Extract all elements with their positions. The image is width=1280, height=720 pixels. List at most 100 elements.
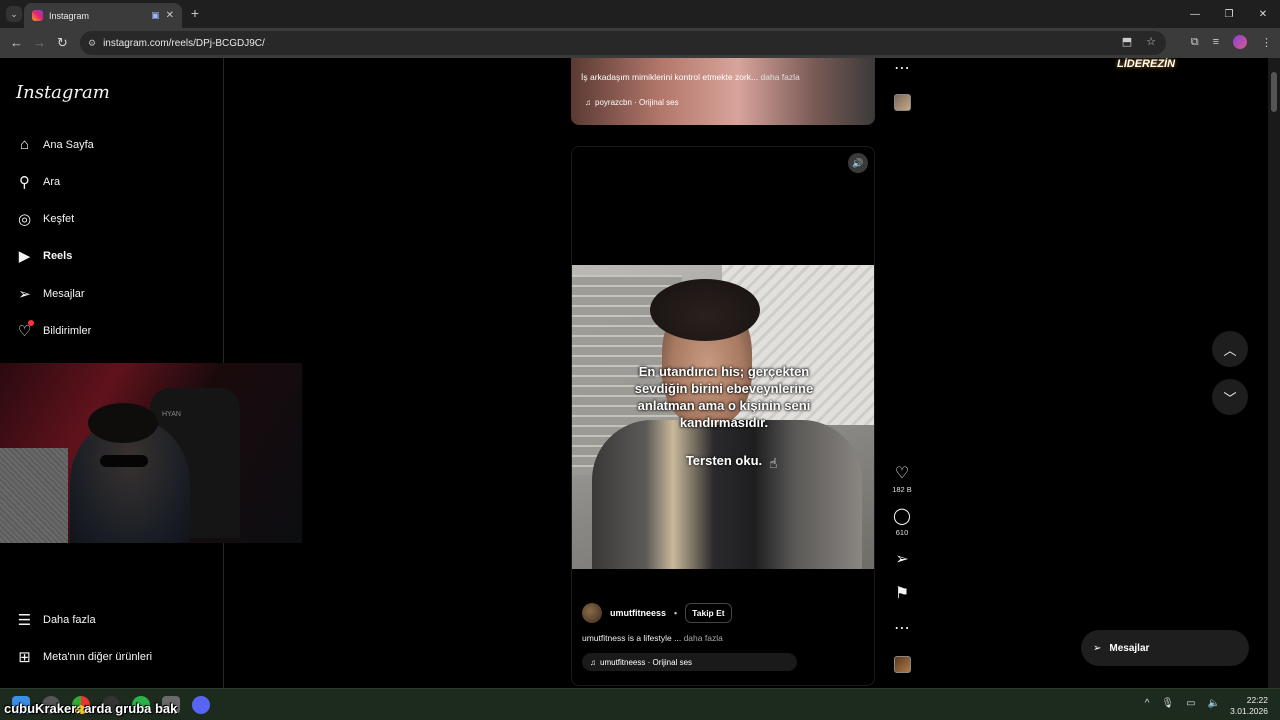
forward-icon[interactable]: → <box>33 35 46 50</box>
follow-button[interactable]: Takip Et <box>685 603 732 623</box>
subtitle-line: En utandırıcı his; gerçekten <box>638 364 810 379</box>
windows-taskbar: cubuKraker: arda gruba bak ^ 🎙 ▭ 🔈 22:22… <box>0 688 1280 720</box>
browser-tab[interactable]: Instagram ▣ ✕ <box>24 3 182 28</box>
microphone-icon[interactable]: 🎙 <box>1161 698 1174 709</box>
more-options-button[interactable]: ⋯ <box>887 620 917 638</box>
reel-audio[interactable]: ♫ umutfitneess · Orijinal ses <box>582 653 797 671</box>
notification-dot <box>28 320 34 326</box>
tab-list-button[interactable]: ⌄ <box>6 6 22 22</box>
webcam-overlay: HYAN <box>0 363 302 543</box>
sidebar-item-label: Daha fazla <box>43 613 96 626</box>
sidebar-item-label: Ana Sayfa <box>43 138 94 151</box>
back-icon[interactable]: ← <box>10 35 23 50</box>
more-options-icon: ⋯ <box>894 60 910 77</box>
media-control-icon[interactable]: ≡ <box>1213 36 1219 48</box>
jacket <box>592 420 862 569</box>
reel-video[interactable]: En utandırıcı his; gerçekten sevdiğin bi… <box>572 265 874 569</box>
audio-label: umutfitneess · Orijinal ses <box>600 657 693 667</box>
sidebar-item-messages[interactable]: ➢ Mesajlar <box>16 285 85 303</box>
sidebar-item-label: Ara <box>43 175 61 188</box>
comment-button[interactable]: ◯ 610 <box>887 508 917 537</box>
taskbar-clock[interactable]: 22:22 3.01.2026 <box>1230 695 1268 717</box>
sidebar-item-label: Meta'nın diğer ürünleri <box>43 650 153 663</box>
sidebar-item-reels[interactable]: ▶ Reels <box>16 247 73 265</box>
chevron-up-icon[interactable]: ^ <box>1145 698 1150 709</box>
tab-media-icon[interactable]: ▣ <box>151 10 160 21</box>
reels-icon: ▶ <box>18 247 31 265</box>
instagram-logo[interactable]: Instagram <box>16 82 110 103</box>
reel-author-row: umutfitneess • Takip Et <box>582 603 872 623</box>
video-subtitle: En utandırıcı his; gerçekten sevdiğin bi… <box>572 363 874 431</box>
sidebar-item-label: Reels <box>43 249 73 262</box>
sidebar-item-home[interactable]: ⌂ Ana Sayfa <box>16 136 94 153</box>
reload-icon[interactable]: ↻ <box>57 35 68 51</box>
home-icon: ⌂ <box>19 136 30 153</box>
reel-info: umutfitneess • Takip Et umutfitness is a… <box>582 603 872 671</box>
new-tab-button[interactable]: + <box>188 5 202 21</box>
hair <box>650 279 760 341</box>
menu-icon: ☰ <box>17 611 32 629</box>
sidebar-item-label: Bildirimler <box>43 324 92 337</box>
previous-audio-thumbnail[interactable] <box>894 94 911 111</box>
subtitle-line: anlatman ama o kişinin seni <box>637 398 811 413</box>
author-avatar[interactable] <box>582 603 602 623</box>
volume-icon[interactable]: 🔈 <box>1208 698 1220 709</box>
previous-reel[interactable]: İş arkadaşım mimiklerini kontrol etmekte… <box>571 58 875 125</box>
site-info-icon[interactable]: ⚙ <box>88 38 96 49</box>
url-text[interactable]: instagram.com/reels/DPj-BCGDJ9C/ <box>103 38 265 49</box>
sidebar-item-meta-products[interactable]: ⊞ Meta'nın diğer ürünleri <box>16 648 153 666</box>
send-icon: ➢ <box>1093 642 1102 654</box>
sidebar-item-search[interactable]: ⚲ Ara <box>16 173 61 191</box>
extensions-icon[interactable]: ⧉ <box>1191 36 1199 49</box>
author-username[interactable]: umutfitneess <box>610 608 666 618</box>
address-bar[interactable]: ⚙ instagram.com/reels/DPj-BCGDJ9C/ ⬒ ☆ <box>80 31 1166 55</box>
instagram-page: Instagram ⌂ Ana Sayfa ⚲ Ara ◎ Keşfet ▶ R… <box>0 58 1280 688</box>
subtitle-line: sevdiğin birini ebeveynlerine <box>634 381 814 396</box>
sidebar-item-label: Mesajlar <box>43 287 85 300</box>
sidebar-item-notifications[interactable]: ♡ Bildirimler <box>16 320 92 340</box>
streamer-hair <box>88 403 158 443</box>
window-controls: — ❐ ✕ <box>1178 0 1280 28</box>
previous-more-options-button[interactable]: ⋯ <box>887 60 917 78</box>
audio-label: poyrazcbn · Orijinal ses <box>595 98 679 107</box>
reel-description: umutfitness is a lifestyle ... daha fazl… <box>582 633 872 643</box>
bookmark-star-icon[interactable]: ☆ <box>1146 35 1156 48</box>
previous-reel-button[interactable]: ︿ <box>1212 331 1248 367</box>
mouse-cursor-icon: ☝ <box>769 455 778 471</box>
search-icon: ⚲ <box>19 173 30 191</box>
page-scrollbar[interactable] <box>1268 58 1280 688</box>
more-link[interactable]: daha fazla <box>761 72 800 82</box>
close-window-button[interactable]: ✕ <box>1246 0 1280 28</box>
caption-text: İş arkadaşım mimiklerini kontrol etmekte… <box>581 72 759 82</box>
sidebar-item-explore[interactable]: ◎ Keşfet <box>16 210 74 228</box>
restore-button[interactable]: ❐ <box>1212 0 1246 28</box>
music-note-icon: ♫ <box>585 98 591 107</box>
display-icon[interactable]: ▭ <box>1186 698 1195 709</box>
discord-icon[interactable] <box>192 696 210 714</box>
minimize-button[interactable]: — <box>1178 0 1212 28</box>
more-link[interactable]: daha fazla <box>684 633 723 643</box>
messages-label: Mesajlar <box>1109 642 1150 654</box>
stream-chat-overlay: cubuKraker: arda gruba bak <box>4 701 178 716</box>
previous-reel-caption: İş arkadaşım mimiklerini kontrol etmekte… <box>581 72 800 82</box>
save-button[interactable]: ⚑ <box>887 585 917 603</box>
close-tab-icon[interactable]: ✕ <box>166 10 174 21</box>
next-reel-button[interactable]: ﹀ <box>1212 379 1248 415</box>
bookmark-icon: ⚑ <box>894 585 910 602</box>
reel-player[interactable]: 🔊 En utandırıcı his; gerçekten sevdiğin … <box>571 146 875 686</box>
browser-menu-icon[interactable]: ⋮ <box>1261 36 1272 49</box>
previous-reel-audio[interactable]: ♫ poyrazcbn · Orijinal ses <box>585 98 679 107</box>
chair-label: HYAN <box>162 411 181 418</box>
install-app-icon[interactable]: ⬒ <box>1122 35 1132 48</box>
like-button[interactable]: ♡ 182 B <box>887 465 917 494</box>
scrollbar-thumb[interactable] <box>1271 72 1277 112</box>
meta-products-icon: ⊞ <box>18 648 31 666</box>
messages-floating-button[interactable]: ➢ Mesajlar <box>1081 630 1249 666</box>
like-count: 182 B <box>892 485 912 494</box>
audio-thumbnail[interactable] <box>894 656 911 673</box>
profile-avatar[interactable] <box>1233 35 1247 49</box>
sidebar-item-more[interactable]: ☰ Daha fazla <box>16 611 96 629</box>
share-button[interactable]: ➢ <box>887 551 917 569</box>
chevron-down-icon: ﹀ <box>1223 390 1237 406</box>
sound-toggle-button[interactable]: 🔊 <box>848 153 868 173</box>
